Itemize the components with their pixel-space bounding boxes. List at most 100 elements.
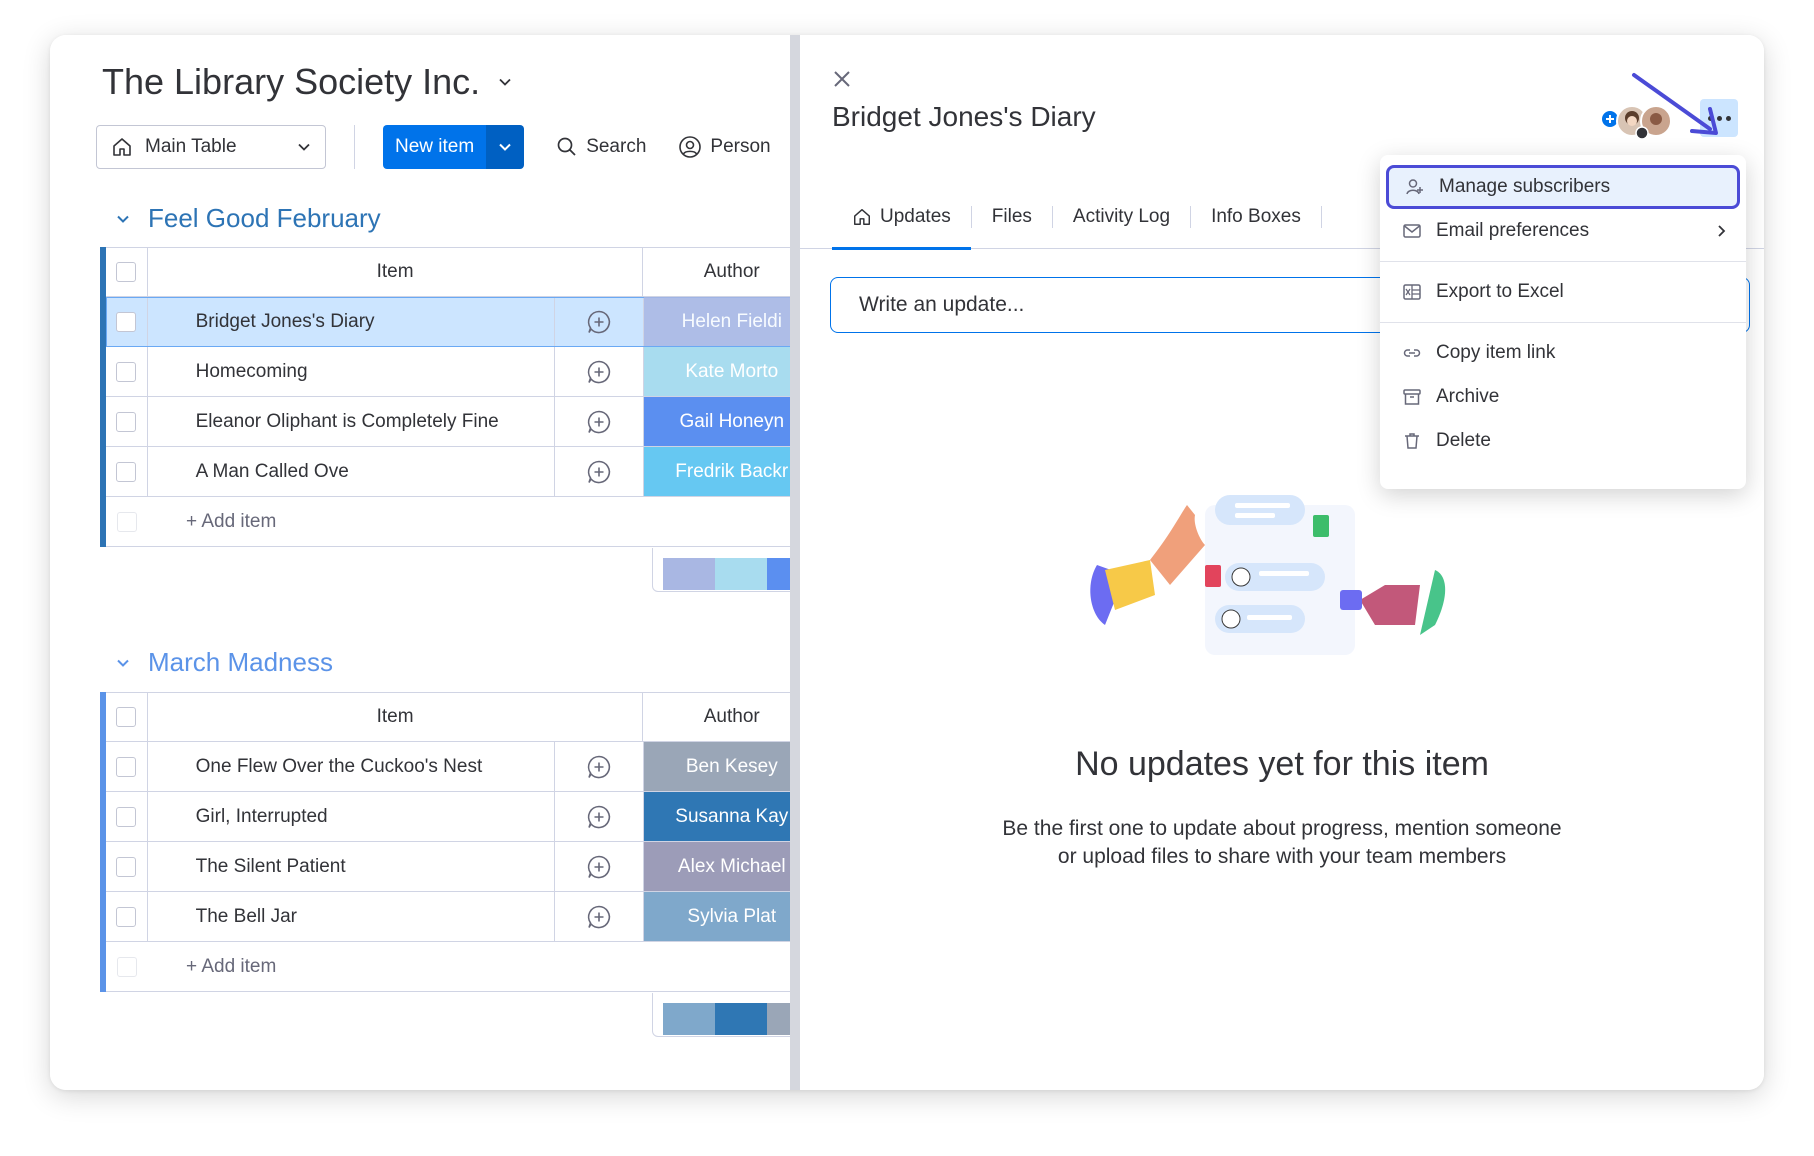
- item-name[interactable]: A Man Called Ove: [148, 447, 555, 496]
- archive-icon: [1403, 389, 1421, 405]
- add-item-row[interactable]: + Add item: [106, 497, 798, 547]
- table-row[interactable]: A Man Called Ove Fredrik Backr: [106, 447, 798, 497]
- new-item-dropdown-button[interactable]: [486, 125, 525, 169]
- add-update-button[interactable]: [554, 347, 644, 396]
- group-title-feel-good-february[interactable]: Feel Good February: [116, 203, 381, 234]
- menu-divider: [1380, 261, 1746, 262]
- author-cell[interactable]: Kate Morto: [643, 347, 798, 396]
- author-cell[interactable]: Gail Honeyn: [643, 397, 798, 446]
- row-check-cell: [106, 892, 148, 941]
- item-name[interactable]: Eleanor Oliphant is Completely Fine: [148, 397, 555, 446]
- menu-item-email-preferences[interactable]: Email preferences: [1380, 209, 1746, 253]
- row-checkbox[interactable]: [116, 856, 137, 877]
- person-filter-button[interactable]: Person: [678, 135, 771, 159]
- menu-item-export-to-excel[interactable]: Export to Excel: [1380, 270, 1746, 314]
- item-name[interactable]: One Flew Over the Cuckoo's Nest: [148, 742, 555, 791]
- add-update-button[interactable]: [554, 397, 644, 446]
- new-item-button[interactable]: New item: [383, 125, 487, 169]
- author-summary: [652, 993, 798, 1037]
- author-cell[interactable]: Susanna Kay: [643, 792, 798, 841]
- row-checkbox[interactable]: [116, 461, 137, 482]
- chevron-down-icon: [499, 143, 511, 151]
- author-cell[interactable]: Sylvia Plat: [643, 892, 798, 941]
- column-header-author[interactable]: Author: [643, 693, 798, 741]
- add-item-input[interactable]: + Add item: [148, 942, 558, 991]
- add-item-input[interactable]: + Add item: [148, 497, 558, 546]
- add-row-checkbox: [117, 956, 137, 977]
- table-header: Item Author: [106, 247, 798, 297]
- row-checkbox[interactable]: [116, 756, 137, 777]
- row-check-cell: [106, 792, 148, 841]
- summary-segment: [715, 1003, 767, 1035]
- menu-item-copy-item-link[interactable]: Copy item link: [1380, 331, 1746, 375]
- table-row[interactable]: Eleanor Oliphant is Completely Fine Gail…: [106, 397, 798, 447]
- author-cell[interactable]: Helen Fieldi: [643, 297, 798, 346]
- tab-activity-log[interactable]: Activity Log: [1053, 185, 1190, 249]
- tab-info-boxes[interactable]: Info Boxes: [1191, 185, 1321, 249]
- menu-item-manage-subscribers[interactable]: Manage subscribers: [1386, 165, 1740, 209]
- item-name[interactable]: The Silent Patient: [148, 842, 555, 891]
- menu-item-delete[interactable]: Delete: [1380, 419, 1746, 463]
- row-checkbox[interactable]: [116, 311, 137, 332]
- empty-state-title: No updates yet for this item: [1075, 745, 1489, 783]
- item-name[interactable]: Bridget Jones's Diary: [148, 297, 555, 346]
- table-row[interactable]: The Bell Jar Sylvia Plat: [106, 892, 798, 942]
- chevron-down-icon[interactable]: [498, 75, 512, 89]
- item-name[interactable]: The Bell Jar: [148, 892, 555, 941]
- add-update-icon: [587, 360, 611, 383]
- table-row[interactable]: The Silent Patient Alex Michael: [106, 842, 798, 892]
- author-cell[interactable]: Ben Kesey: [643, 742, 798, 791]
- chevron-down-icon[interactable]: [116, 212, 130, 226]
- search-button[interactable]: Search: [556, 136, 646, 158]
- author-cell[interactable]: Fredrik Backr: [643, 447, 798, 496]
- table-row[interactable]: Bridget Jones's Diary Helen Fieldi: [106, 297, 798, 347]
- table-row[interactable]: Girl, Interrupted Susanna Kay: [106, 792, 798, 842]
- empty-state-line: or upload files to share with your team …: [1057, 845, 1507, 868]
- chevron-down-icon: [298, 143, 310, 151]
- board-title[interactable]: The Library Society Inc.: [102, 61, 512, 103]
- close-icon[interactable]: [830, 67, 854, 91]
- empty-state-description: Be the first one to update about progres…: [800, 815, 1764, 871]
- view-selector[interactable]: Main Table: [96, 125, 326, 169]
- select-all-checkbox[interactable]: [116, 707, 137, 727]
- add-update-button[interactable]: [554, 892, 644, 941]
- item-name[interactable]: Girl, Interrupted: [148, 792, 555, 841]
- row-check-cell: [106, 842, 148, 891]
- row-checkbox[interactable]: [116, 806, 137, 827]
- item-title[interactable]: Bridget Jones's Diary: [832, 101, 1096, 133]
- row-checkbox[interactable]: [116, 361, 137, 382]
- row-checkbox[interactable]: [116, 411, 137, 432]
- item-name[interactable]: Homecoming: [148, 347, 555, 396]
- chevron-down-icon[interactable]: [116, 656, 130, 670]
- excel-icon: [1403, 284, 1421, 300]
- column-header-item[interactable]: Item: [148, 248, 644, 296]
- row-checkbox[interactable]: [116, 906, 137, 927]
- menu-item-archive[interactable]: Archive: [1380, 375, 1746, 419]
- menu-item-label: Email preferences: [1436, 220, 1590, 241]
- panel-splitter[interactable]: [790, 35, 800, 1090]
- table-row[interactable]: Homecoming Kate Morto: [106, 347, 798, 397]
- add-update-icon: [587, 805, 611, 828]
- menu-item-label: Copy item link: [1436, 342, 1556, 363]
- board-toolbar: Main Table New item Search Person: [96, 125, 771, 169]
- tab-files[interactable]: Files: [972, 185, 1052, 249]
- home-icon: [113, 138, 131, 156]
- select-all-cell: [106, 693, 148, 741]
- add-update-button[interactable]: [554, 842, 644, 891]
- group-title-march-madness[interactable]: March Madness: [116, 647, 333, 678]
- add-update-button[interactable]: [554, 297, 644, 346]
- add-update-button[interactable]: [554, 742, 644, 791]
- add-update-icon: [587, 410, 611, 433]
- person-icon: [679, 136, 702, 158]
- author-cell[interactable]: Alex Michael: [643, 842, 798, 891]
- empty-updates-illustration: [1090, 495, 1446, 655]
- column-header-author[interactable]: Author: [643, 248, 798, 296]
- add-item-row[interactable]: + Add item: [106, 942, 798, 992]
- add-update-button[interactable]: [554, 447, 644, 496]
- tab-updates[interactable]: Updates: [832, 185, 971, 250]
- search-label: Search: [586, 136, 647, 157]
- column-header-item[interactable]: Item: [148, 693, 644, 741]
- select-all-checkbox[interactable]: [116, 262, 137, 282]
- table-row[interactable]: One Flew Over the Cuckoo's Nest Ben Kese…: [106, 742, 798, 792]
- add-update-button[interactable]: [554, 792, 644, 841]
